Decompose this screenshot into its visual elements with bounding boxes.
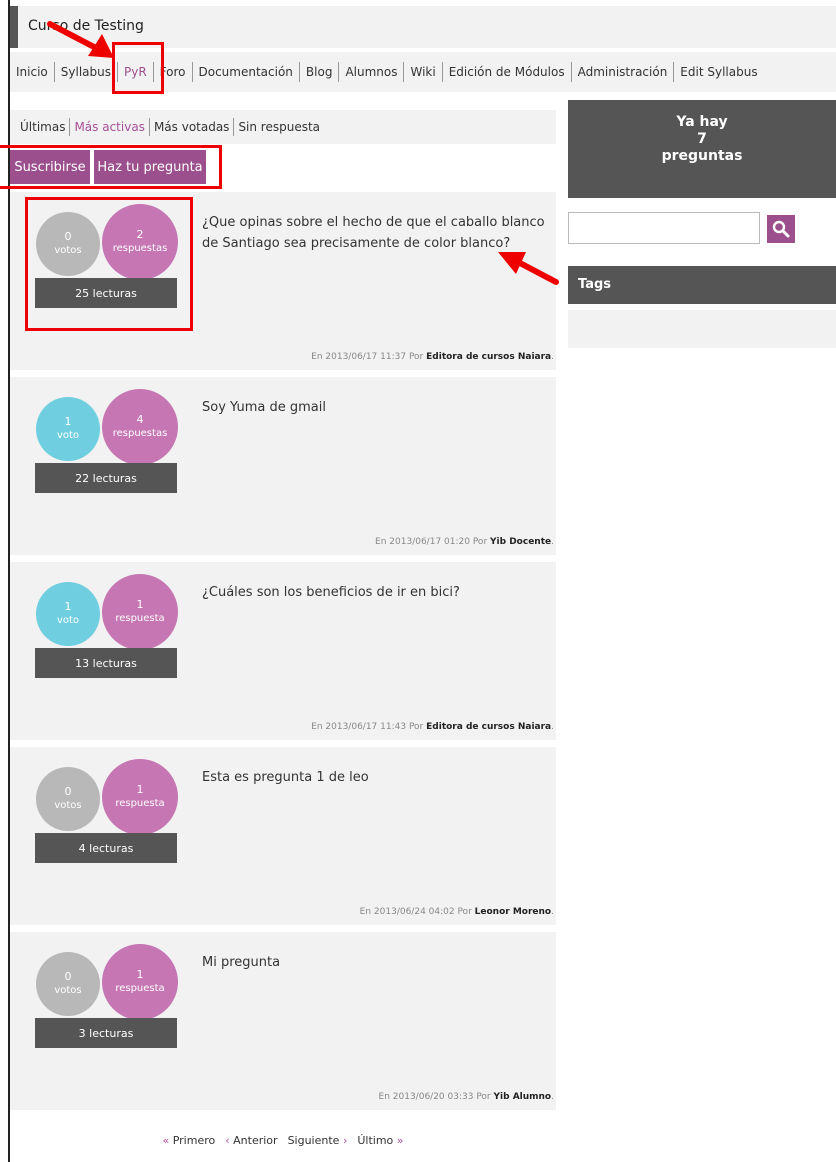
reads-badge[interactable]: 3 lecturas	[35, 1018, 177, 1048]
question-filters: Últimas Más activas Más votadas Sin resp…	[10, 110, 556, 144]
annotation-box-stats	[25, 197, 193, 331]
tags-body	[568, 310, 836, 348]
annotation-arrow-pyr	[47, 21, 114, 58]
question-card: 1 voto 1 respuesta 13 lecturas ¿Cuáles son…	[10, 562, 556, 740]
nav-item-edit-syllabus[interactable]: Edit Syllabus	[674, 62, 763, 82]
question-card: 1 voto 4 respuestas 22 lecturas Soy Yuma d…	[10, 377, 556, 555]
pagination: « Primero ‹ Anterior Siguiente › Último …	[10, 1134, 556, 1147]
question-title[interactable]: Soy Yuma de gmail	[202, 397, 554, 418]
annotation-arrow-title	[498, 252, 559, 285]
answers-count: 4	[136, 413, 144, 426]
votes-circle: 0 votos	[36, 952, 100, 1016]
votes-count: 0	[64, 785, 72, 798]
question-meta: En 2013/06/17 11:43 Por Editora de curso…	[311, 722, 554, 732]
filter-mas-activas[interactable]: Más activas	[70, 118, 150, 136]
answers-circle: 4 respuestas	[102, 389, 178, 465]
meta-date: En 2013/06/17 01:20 Por	[375, 537, 488, 547]
double-chevron-right-icon: »	[396, 1134, 404, 1147]
meta-date: En 2013/06/24 04:02 Por	[359, 907, 472, 917]
double-chevron-left-icon: «	[162, 1134, 170, 1147]
question-card: 0 votos 1 respuesta 3 lecturas Mi pregunta…	[10, 932, 556, 1110]
count-line-3: preguntas	[661, 148, 743, 164]
question-meta: En 2013/06/17 11:37 Por Editora de curso…	[311, 352, 554, 362]
question-meta: En 2013/06/17 01:20 Por Yib Docente.	[375, 537, 554, 547]
search-input[interactable]	[568, 212, 760, 244]
nav-item-documentacion[interactable]: Documentación	[193, 62, 300, 82]
pager-prev[interactable]: ‹ Anterior	[225, 1134, 277, 1147]
meta-author[interactable]: Editora de cursos Naiara	[426, 352, 551, 362]
reads-badge[interactable]: 4 lecturas	[35, 833, 177, 863]
votes-count: 0	[64, 970, 72, 983]
votes-count: 1	[64, 415, 72, 428]
question-title[interactable]: Esta es pregunta 1 de leo	[202, 767, 554, 788]
pager-last-label: Último	[357, 1134, 394, 1147]
meta-author[interactable]: Leonor Moreno	[475, 907, 551, 917]
answers-circle: 1 respuesta	[102, 574, 178, 650]
answers-label: respuestas	[112, 428, 168, 439]
answers-circle: 1 respuesta	[102, 759, 178, 835]
question-title[interactable]: Mi pregunta	[202, 952, 554, 973]
votes-count: 1	[64, 600, 72, 613]
reads-badge[interactable]: 22 lecturas	[35, 463, 177, 493]
annotation-box-buttons	[0, 145, 222, 189]
answers-label: respuesta	[115, 983, 165, 994]
answers-count: 1	[136, 783, 144, 796]
votes-label: votos	[54, 985, 82, 996]
pager-prev-label: Anterior	[233, 1134, 278, 1147]
question-count-box: Ya hay 7 preguntas	[568, 100, 836, 198]
question-meta: En 2013/06/24 04:02 Por Leonor Moreno.	[359, 907, 554, 917]
answers-count: 1	[136, 598, 144, 611]
votes-label: votos	[54, 800, 82, 811]
answers-count: 1	[136, 968, 144, 981]
filter-ultimas[interactable]: Últimas	[16, 118, 71, 136]
pager-next-label: Siguiente	[287, 1134, 340, 1147]
pager-first[interactable]: « Primero	[162, 1134, 215, 1147]
votes-label: voto	[56, 615, 80, 626]
nav-item-blog[interactable]: Blog	[300, 62, 340, 82]
header-accent-bar	[10, 6, 18, 48]
nav-item-alumnos[interactable]: Alumnos	[339, 62, 405, 82]
meta-author[interactable]: Yib Docente	[490, 537, 551, 547]
answers-label: respuesta	[115, 798, 165, 809]
annotation-box-pyr	[112, 42, 164, 94]
question-title[interactable]: ¿Cuáles son los beneficios de ir en bici…	[202, 582, 554, 603]
nav-item-administracion[interactable]: Administración	[572, 62, 675, 82]
meta-author[interactable]: Editora de cursos Naiara	[426, 722, 551, 732]
search-button[interactable]	[766, 214, 796, 244]
count-value: 7	[697, 131, 707, 147]
meta-date: En 2013/06/17 11:43 Por	[311, 722, 424, 732]
reads-badge[interactable]: 13 lecturas	[35, 648, 177, 678]
pager-last[interactable]: Último »	[357, 1134, 403, 1147]
meta-author[interactable]: Yib Alumno	[494, 1092, 552, 1102]
votes-circle: 0 votos	[36, 767, 100, 831]
chevron-right-icon: ›	[342, 1134, 348, 1147]
filter-sin-respuesta[interactable]: Sin respuesta	[234, 118, 324, 136]
votes-circle: 1 voto	[36, 582, 100, 646]
pager-first-label: Primero	[172, 1134, 216, 1147]
votes-circle: 1 voto	[36, 397, 100, 461]
count-line-1: Ya hay	[676, 114, 728, 130]
filter-mas-votadas[interactable]: Más votadas	[150, 118, 235, 136]
meta-date: En 2013/06/17 11:37 Por	[311, 352, 424, 362]
tags-header: Tags	[568, 266, 836, 304]
question-meta: En 2013/06/20 03:33 Por Yib Alumno.	[378, 1092, 554, 1102]
nav-item-edicion-modulos[interactable]: Edición de Módulos	[443, 62, 572, 82]
answers-label: respuesta	[115, 613, 165, 624]
votes-label: voto	[56, 430, 80, 441]
answers-circle: 1 respuesta	[102, 944, 178, 1020]
meta-date: En 2013/06/20 03:33 Por	[378, 1092, 491, 1102]
pager-next[interactable]: Siguiente ›	[288, 1134, 348, 1147]
question-card: 0 votos 1 respuesta 4 lecturas Esta es pre…	[10, 747, 556, 925]
chevron-left-icon: ‹	[225, 1134, 230, 1147]
search-icon	[772, 220, 790, 238]
nav-item-wiki[interactable]: Wiki	[404, 62, 443, 82]
